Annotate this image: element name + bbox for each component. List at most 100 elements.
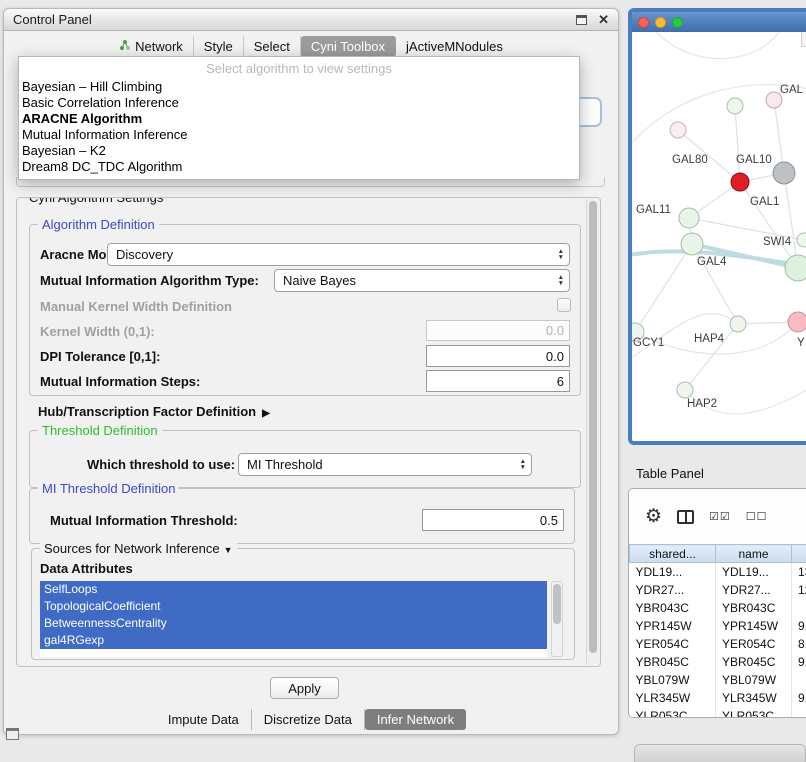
kernel-width-input[interactable] (426, 320, 570, 341)
network-node-bigg[interactable] (785, 255, 806, 281)
mi-threshold-label: Mutual Information Threshold: (50, 513, 238, 528)
algorithm-option-bayesian-k2[interactable]: Bayesian – K2 (19, 143, 579, 159)
minimized-panel-icon[interactable] (6, 728, 19, 740)
which-threshold-value: MI Threshold (247, 457, 323, 472)
table-cell: YDL19... (630, 563, 716, 581)
network-view-window: GALGAL80GAL10GAL11GAL1SWI4GAL4GCY1HAP4HA… (628, 8, 806, 445)
float-window-icon[interactable] (576, 15, 587, 25)
bottom-tab-infer-network[interactable]: Infer Network (365, 709, 466, 730)
network-node-swi[interactable] (797, 233, 806, 247)
column-header-shared[interactable]: shared... (630, 545, 716, 563)
network-node-n3[interactable] (670, 122, 686, 138)
tab-style[interactable]: Style (194, 36, 244, 57)
dpi-tolerance-input[interactable] (426, 345, 570, 367)
network-node-lowg[interactable] (677, 382, 693, 398)
table-row[interactable]: YLR345WYLR345W9. (630, 689, 806, 707)
algorithm-option-basic-correlation-inference[interactable]: Basic Correlation Inference (19, 95, 579, 111)
table-columns-icon[interactable] (677, 510, 694, 524)
attribute-item-topologicalcoefficient[interactable]: TopologicalCoefficient (40, 598, 547, 615)
table-row[interactable]: YLR053CYLR053C (630, 707, 806, 719)
control-panel-tabs: NetworkStyleSelectCyni ToolboxjActiveMNo… (4, 31, 618, 57)
table-cell: YBL079W (630, 671, 716, 689)
which-threshold-select[interactable]: MI Threshold ▲▼ (238, 453, 532, 476)
algorithm-definition-group: Algorithm Definition Aracne Mode: Discov… (29, 224, 581, 396)
apply-button[interactable]: Apply (270, 677, 339, 699)
data-attributes-list: SelfLoopsTopologicalCoefficientBetweenne… (40, 581, 547, 657)
node-label-gal4: GAL4 (697, 256, 727, 268)
hub-section-toggle[interactable]: Hub/Transcription Factor Definition ▶ (38, 404, 270, 419)
manual-kernel-width-checkbox[interactable] (557, 298, 571, 312)
attributes-scrollbar[interactable] (551, 581, 563, 657)
network-node-n2[interactable] (727, 98, 743, 114)
network-edge[interactable] (635, 244, 692, 332)
bottom-tab-impute-data[interactable]: Impute Data (156, 709, 252, 730)
algorithm-definition-title: Algorithm Definition (38, 217, 159, 232)
mi-steps-input[interactable] (426, 370, 570, 392)
close-icon[interactable]: ✕ (598, 13, 609, 26)
node-label-gal11: GAL11 (636, 204, 671, 216)
mi-algorithm-type-select[interactable]: Naive Bayes ▲▼ (274, 269, 570, 292)
attribute-item-betweennesscentrality[interactable]: BetweennessCentrality (40, 615, 547, 632)
algorithm-option-bayesian-hill-climbing[interactable]: Bayesian – Hill Climbing (19, 79, 579, 95)
attribute-item-selfloops[interactable]: SelfLoops (40, 581, 547, 598)
table-row[interactable]: YDR27...YDR27...12 (630, 581, 806, 599)
algorithm-option-aracne-algorithm[interactable]: ARACNE Algorithm (19, 111, 579, 127)
tab-select[interactable]: Select (244, 36, 301, 57)
hub-section-label: Hub/Transcription Factor Definition (38, 404, 256, 419)
mi-threshold-input[interactable] (422, 509, 564, 531)
column-header-name[interactable]: name (716, 545, 792, 563)
network-node-g4[interactable] (681, 233, 703, 255)
table-cell: YDL19... (716, 563, 792, 581)
table-cell: YBR043C (716, 599, 792, 617)
table-row[interactable]: YER054CYER054C8. (630, 635, 806, 653)
network-window-titlebar (632, 12, 806, 32)
node-table: shared...name YDL19...YDL19...13YDR27...… (629, 544, 806, 718)
combo-arrows-icon: ▲▼ (558, 249, 564, 261)
close-button[interactable] (638, 17, 649, 28)
network-edge (652, 32, 782, 59)
algorithm-option-dream8-dc-tdc-algorithm[interactable]: Dream8 DC_TDC Algorithm (19, 159, 579, 175)
table-cell: YER054C (630, 635, 716, 653)
network-edge[interactable] (735, 106, 740, 182)
algorithm-option-mutual-information-inference[interactable]: Mutual Information Inference (19, 127, 579, 143)
unselected-rows-icon[interactable]: ☐☐ (746, 510, 768, 523)
sources-group-toggle[interactable]: Sources for Network Inference▼ (40, 541, 237, 556)
table-body: YDL19...YDL19...13YDR27...YDR27...12YBR0… (630, 563, 806, 719)
bottom-tab-discretize-data[interactable]: Discretize Data (252, 709, 365, 730)
chevron-right-icon: ▶ (262, 408, 270, 419)
table-row[interactable]: YPR145WYPR145W9. (630, 617, 806, 635)
column-header-extra[interactable] (792, 545, 806, 563)
table-cell (792, 671, 806, 689)
network-edge[interactable] (784, 173, 798, 268)
tab-jactivemnodules[interactable]: jActiveMNodules (396, 36, 513, 57)
tab-network[interactable]: Network (109, 36, 194, 57)
aracne-mode-select[interactable]: Discovery ▲▼ (107, 243, 570, 266)
zoom-button[interactable] (672, 17, 683, 28)
table-row[interactable]: YDL19...YDL19...13 (630, 563, 806, 581)
network-node-pinkr[interactable] (788, 312, 806, 332)
settings-scrollbar[interactable] (586, 199, 599, 665)
selected-rows-icon[interactable]: ☑☑ (709, 510, 731, 523)
mi-threshold-definition-title: MI Threshold Definition (38, 481, 179, 496)
network-node-gray[interactable] (773, 162, 795, 184)
attribute-item-gal4rgexp[interactable]: gal4RGexp (40, 632, 547, 649)
network-canvas[interactable]: GALGAL80GAL10GAL11GAL1SWI4GAL4GCY1HAP4HA… (632, 32, 806, 441)
table-row[interactable]: YBR045CYBR045C9. (630, 653, 806, 671)
sources-group: Sources for Network Inference▼ Data Attr… (31, 548, 575, 660)
table-cell: YPR145W (716, 617, 792, 635)
network-node-midg[interactable] (730, 316, 746, 332)
tab-cyni-toolbox[interactable]: Cyni Toolbox (301, 36, 396, 57)
network-node-red[interactable] (731, 173, 749, 191)
scrollbar-thumb[interactable] (553, 584, 561, 624)
network-node-g11[interactable] (679, 208, 699, 228)
minimize-button[interactable] (655, 17, 666, 28)
table-row[interactable]: YBL079WYBL079W (630, 671, 806, 689)
node-label-swi4: SWI4 (763, 236, 792, 248)
scrollbar-thumb[interactable] (589, 201, 597, 653)
scroll-up-icon[interactable]: ▴ (801, 32, 806, 47)
node-label-gal10: GAL10 (736, 154, 772, 166)
window-title: Control Panel (13, 12, 92, 27)
gear-icon[interactable]: ⚙ (645, 507, 662, 526)
sources-group-title: Sources for Network Inference (44, 541, 220, 556)
table-row[interactable]: YBR043CYBR043C (630, 599, 806, 617)
